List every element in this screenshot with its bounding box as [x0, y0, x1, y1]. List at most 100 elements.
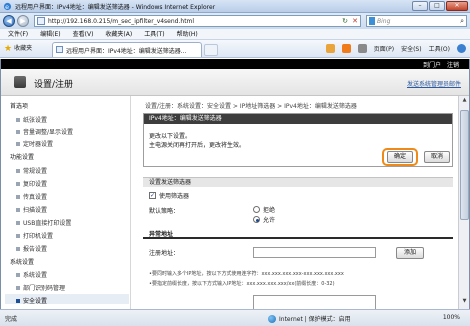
svg-text:e: e: [5, 4, 9, 11]
use-filter-checkbox[interactable]: ✓: [149, 192, 156, 199]
mail-admin-link[interactable]: 发送系统管理员邮件: [407, 79, 461, 88]
safety-menu[interactable]: 安全(S): [401, 44, 422, 53]
sidebar: 首选项 纸张设置 音量调整/显示设置 定时器设置 功能设置 常规设置 复印设置 …: [1, 96, 131, 309]
sidebar-item-general[interactable]: 常规设置: [16, 166, 47, 175]
sidebar-item-timer[interactable]: 定时器设置: [16, 139, 53, 148]
reject-label: 拒绝: [263, 207, 276, 214]
use-filter-label: 使用筛选器: [159, 193, 190, 200]
sidebar-item-printer[interactable]: 打印机设置: [16, 231, 53, 240]
page-title: 设置/注册: [34, 80, 74, 90]
sidebar-item-usb-print[interactable]: USB直接打印设置: [16, 218, 71, 227]
tab-page-icon: [56, 46, 63, 53]
scroll-thumb[interactable]: [460, 110, 469, 220]
favorites-bar: ★ 收藏夹 远程用户界面：IPv4地址：编辑发送筛选器... 页面(P) 安全(…: [0, 40, 470, 58]
window-title: 远程用户界面：IPv4地址：编辑发送筛选器 - Windows Internet…: [15, 4, 216, 11]
default-policy-label: 默认策略：: [149, 208, 180, 215]
new-tab-button[interactable]: [204, 44, 218, 56]
reject-radio[interactable]: [253, 206, 260, 213]
page-scrollbar[interactable]: ▲ ▼: [458, 96, 469, 309]
exception-section-title: 异常地址: [143, 230, 453, 239]
stop-icon[interactable]: ✕: [352, 17, 358, 25]
cancel-button[interactable]: 取消: [424, 151, 450, 163]
close-button[interactable]: ✕: [446, 1, 468, 11]
url-text: http://192.168.0.215/m_sec_ipfilter_v4se…: [48, 18, 195, 25]
add-button[interactable]: 添加: [396, 247, 424, 259]
command-bar: 页面(P) 安全(S) 工具(O): [325, 44, 466, 53]
sidebar-item-security[interactable]: 安全设置: [16, 296, 47, 305]
refresh-icon[interactable]: ↻: [342, 17, 348, 25]
portal-link[interactable]: 到门户: [423, 60, 441, 69]
sidebar-section-functions: 功能设置: [10, 154, 35, 161]
breadcrumb: 设置/注册：系统设置：安全设置 > IP地址筛选器 > IPv4地址：编辑发送筛…: [145, 103, 357, 110]
tools-menu[interactable]: 工具(O): [429, 44, 450, 53]
sidebar-section-system: 系统设置: [10, 259, 35, 266]
window-controls: – □ ✕: [412, 1, 468, 11]
status-bar: 完成 Internet | 保护模式：启用 100%: [0, 309, 470, 326]
sidebar-item-copy[interactable]: 复印设置: [16, 179, 47, 188]
back-button[interactable]: ◀: [3, 15, 15, 27]
allow-radio-row[interactable]: 允许: [253, 215, 275, 224]
menu-view[interactable]: 查看(V): [73, 29, 94, 39]
browser-tab[interactable]: 远程用户界面：IPv4地址：编辑发送筛选器...: [52, 42, 202, 57]
home-icon[interactable]: [325, 44, 335, 53]
sidebar-item-scan[interactable]: 扫描设置: [16, 205, 47, 214]
menu-help[interactable]: 帮助(H): [177, 29, 198, 39]
web-page: 到门户 注销 设置/注册 发送系统管理员邮件 首选项 纸张设置 音量调整/显示设…: [0, 59, 470, 309]
sidebar-item-paper[interactable]: 纸张设置: [16, 115, 47, 124]
scroll-down-icon[interactable]: ▼: [460, 298, 469, 308]
zoom-level[interactable]: 100%: [443, 314, 460, 321]
panel-title: IPv4地址：编辑发送筛选器: [144, 114, 452, 124]
menu-tools[interactable]: 工具(T): [144, 29, 164, 39]
help-icon[interactable]: [457, 44, 466, 53]
send-filter-section-title: 设置发送筛选器: [143, 177, 453, 187]
forward-button[interactable]: ▶: [17, 15, 29, 27]
print-icon[interactable]: [357, 44, 367, 53]
menu-favorites[interactable]: 收藏夹(A): [105, 29, 132, 39]
feeds-icon[interactable]: [341, 44, 351, 53]
panel-message: 更改以下设置。: [149, 133, 192, 140]
sidebar-item-volume[interactable]: 音量调整/显示设置: [16, 127, 73, 136]
search-input[interactable]: Bing ⌕: [366, 15, 467, 27]
menu-file[interactable]: 文件(F): [8, 29, 28, 39]
use-filter-row[interactable]: ✓ 使用筛选器: [149, 191, 189, 200]
sidebar-item-fax[interactable]: 传真设置: [16, 192, 47, 201]
scroll-up-icon[interactable]: ▲: [460, 97, 469, 107]
prefix-hint: •要指定前缀长度，按以下方式输入IP地址：xxx.xxx.xxx.xxx/xx(…: [149, 281, 335, 287]
sidebar-item-report[interactable]: 报告设置: [16, 244, 47, 253]
allow-radio[interactable]: [253, 216, 260, 223]
globe-icon: [268, 314, 276, 323]
reject-radio-row[interactable]: 拒绝: [253, 205, 275, 214]
sidebar-item-dept-id[interactable]: 部门识别码管理: [16, 283, 65, 292]
url-field[interactable]: http://192.168.0.215/m_sec_ipfilter_v4se…: [34, 15, 361, 27]
page-menu[interactable]: 页面(P): [374, 44, 394, 53]
address-bar: ◀ ▶ http://192.168.0.215/m_sec_ipfilter_…: [0, 13, 470, 29]
window-titlebar: e 远程用户界面：IPv4地址：编辑发送筛选器 - Windows Intern…: [0, 0, 470, 13]
star-icon: ★: [4, 44, 13, 54]
menu-bar: 文件(F) 编辑(E) 查看(V) 收藏夹(A) 工具(T) 帮助(H): [0, 29, 470, 40]
sidebar-section-preferences: 首选项: [10, 103, 29, 110]
allow-label: 允许: [263, 217, 276, 224]
favorites-label: 收藏夹: [14, 45, 33, 52]
exception-address-list[interactable]: [253, 295, 376, 309]
sidebar-item-system[interactable]: 系统设置: [16, 270, 47, 279]
settings-icon: [14, 76, 26, 88]
maximize-button[interactable]: □: [429, 1, 445, 11]
search-icon[interactable]: ⌕: [460, 17, 464, 26]
security-zone: Internet | 保护模式：启用: [268, 314, 351, 323]
page-icon: [37, 17, 45, 25]
status-text: 完成: [5, 316, 18, 323]
logout-link[interactable]: 注销: [447, 60, 459, 69]
search-engine-icon: [369, 17, 375, 25]
register-address-input[interactable]: [253, 247, 376, 258]
ok-button[interactable]: 确定: [387, 151, 413, 163]
top-strip: 到门户 注销: [1, 59, 469, 69]
zone-text: Internet | 保护模式：启用: [279, 316, 351, 323]
minimize-button[interactable]: –: [412, 1, 428, 11]
confirm-panel: IPv4地址：编辑发送筛选器 更改以下设置。 主电源关闭再打开后，更改将生效。 …: [143, 113, 453, 167]
register-address-label: 注册地址：: [149, 250, 180, 257]
tab-label: 远程用户界面：IPv4地址：编辑发送筛选器...: [66, 48, 187, 55]
favorites-button[interactable]: ★ 收藏夹: [4, 43, 32, 55]
search-placeholder: Bing: [377, 18, 391, 25]
range-hint: •要同时输入多个IP地址，按以下方式使用连字符：xxx.xxx.xxx.xxx-…: [149, 271, 344, 277]
menu-edit[interactable]: 编辑(E): [40, 29, 60, 39]
